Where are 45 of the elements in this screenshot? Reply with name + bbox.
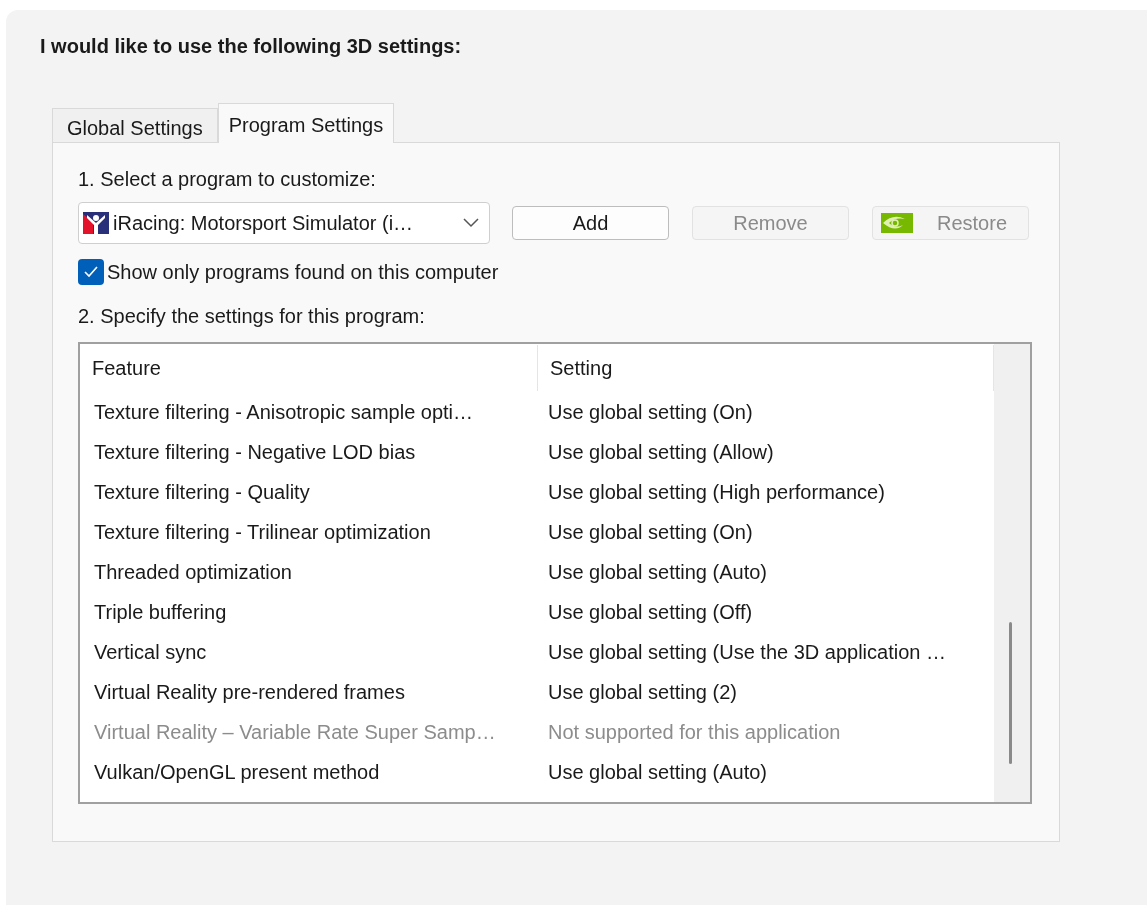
- check-icon: [84, 266, 98, 278]
- feature-cell-text: Texture filtering - Trilinear optimization: [93, 520, 432, 545]
- setting-cell-text: Use global setting (High performance): [547, 480, 886, 505]
- table-row[interactable]: Triple buffering Use global setting (Off): [80, 592, 994, 632]
- tab[interactable]: Global Settings: [52, 108, 218, 142]
- setting-cell-text: Use global setting (Allow): [547, 440, 775, 465]
- scrollbar-thumb[interactable]: [1009, 622, 1012, 764]
- setting-cell-text: Use global setting (On): [547, 400, 754, 425]
- chevron-down-icon: [463, 218, 479, 228]
- table-row[interactable]: Texture filtering - Negative LOD bias Use global setting (Allow): [80, 432, 994, 472]
- eye-logo-icon: [881, 213, 913, 233]
- setting-cell-text: Use global setting (2): [547, 680, 738, 705]
- checkbox[interactable]: [78, 259, 104, 285]
- feature-cell-text: Vulkan/OpenGL present method: [93, 760, 381, 785]
- feature-cell-text: Virtual Reality – Variable Rate Super Samp…: [93, 720, 497, 745]
- section-heading: I would like to use the following 3D settings:: [40, 34, 463, 58]
- setting-cell-text: Use global setting (Off): [547, 600, 754, 625]
- setting-cell-text: Use global setting (On): [547, 520, 754, 545]
- feature-cell-text: Virtual Reality pre-rendered frames: [93, 680, 406, 705]
- table-row[interactable]: Vertical sync Use global setting (Use the 3D application …: [80, 632, 994, 672]
- program-dropdown[interactable]: iRacing: Motorsport Simulator (i…: [78, 202, 490, 244]
- feature-cell-text: Texture filtering - Anisotropic sample opti…: [93, 400, 475, 425]
- setting-cell-text: Use global setting (Auto): [547, 560, 768, 585]
- table-row[interactable]: Texture filtering - Trilinear optimization Use global setting (On): [80, 512, 994, 552]
- setting-cell-text: Use global setting (Use the 3D application …: [547, 640, 947, 665]
- table-row[interactable]: Vulkan/OpenGL present method Use global setting (Auto): [80, 752, 994, 792]
- program-logo-icon: [83, 212, 109, 234]
- column-header[interactable]: Feature: [80, 345, 538, 391]
- table-row[interactable]: Virtual Reality pre-rendered frames Use global setting (2): [80, 672, 994, 712]
- section-label: 1. Select a program to customize:: [78, 167, 377, 191]
- feature-cell-text: Threaded optimization: [93, 560, 293, 585]
- feature-cell-text: Texture filtering - Negative LOD bias: [93, 440, 417, 465]
- feature-cell-text: Texture filtering - Quality: [93, 480, 311, 505]
- table-row[interactable]: Texture filtering - Anisotropic sample opti… Use global setting (On): [80, 392, 994, 432]
- feature-cell-text: Triple buffering: [93, 600, 228, 625]
- setting-cell-text: Use global setting (Auto): [547, 760, 768, 785]
- add-button[interactable]: Add: [512, 206, 669, 240]
- setting-cell-text: Not supported for this application: [547, 720, 842, 745]
- section-label: 2. Specify the settings for this program:: [78, 304, 426, 328]
- table-row[interactable]: Texture filtering - Quality Use global setting (High performance): [80, 472, 994, 512]
- scrollbar[interactable]: [994, 344, 1030, 802]
- tab[interactable]: Program Settings: [217, 103, 395, 143]
- checkbox-label: Show only programs found on this computer: [107, 260, 499, 285]
- feature-cell-text: Vertical sync: [93, 640, 208, 665]
- table-row[interactable]: Threaded optimization Use global setting (Auto): [80, 552, 994, 592]
